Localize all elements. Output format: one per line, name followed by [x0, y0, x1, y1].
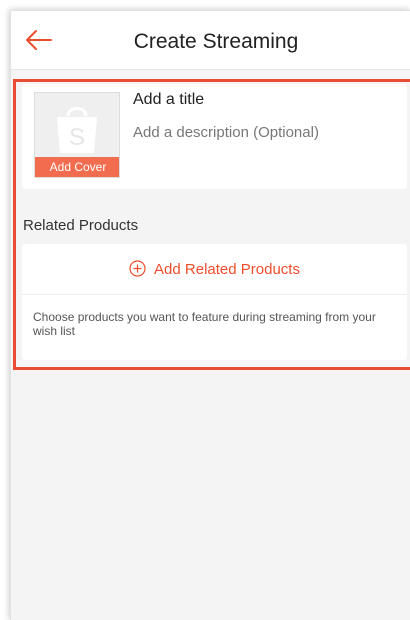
- add-related-products-button[interactable]: Add Related Products: [22, 244, 407, 295]
- svg-text:S: S: [69, 124, 85, 151]
- title-input[interactable]: Add a title: [133, 91, 204, 109]
- plus-circle-icon: [129, 260, 146, 277]
- add-cover-button[interactable]: S Add Cover: [34, 92, 120, 178]
- page-title: Create Streaming: [133, 30, 299, 53]
- app-header: Create Streaming: [11, 11, 410, 70]
- create-streaming-screen: Create Streaming S Add Cover Add a title…: [10, 10, 410, 620]
- related-products-card: Add Related Products Choose products you…: [22, 244, 407, 360]
- description-input[interactable]: Add a description (Optional): [133, 124, 319, 141]
- add-related-products-label: Add Related Products: [154, 261, 300, 278]
- shopping-bag-icon: S: [57, 107, 97, 153]
- related-products-label: Related Products: [23, 217, 139, 234]
- add-cover-label: Add Cover: [35, 157, 119, 177]
- products-hint-text: Choose products you want to feature duri…: [33, 310, 376, 338]
- stream-info-card: S Add Cover Add a title Add a descriptio…: [22, 84, 407, 189]
